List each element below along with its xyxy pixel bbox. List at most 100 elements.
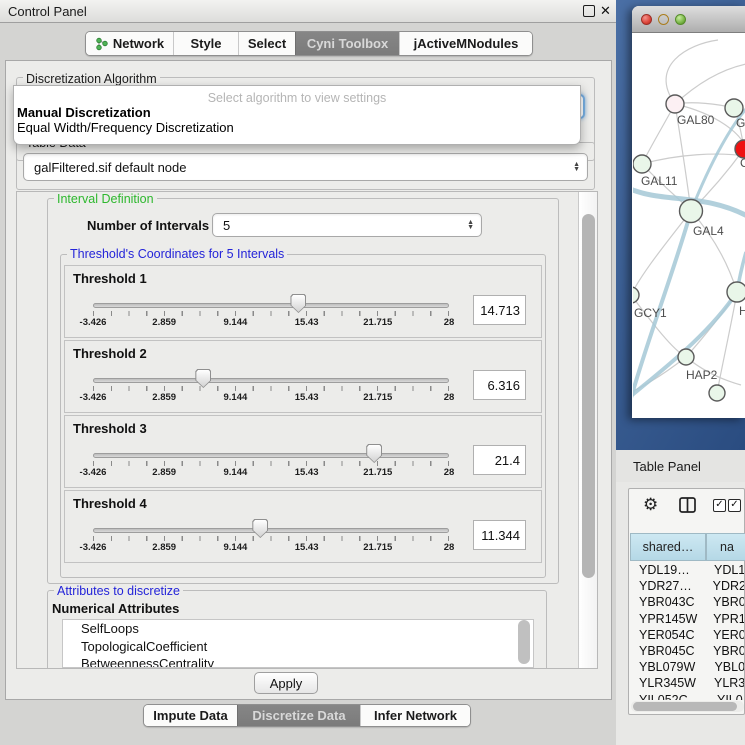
gear-icon[interactable]: ⚙ (643, 495, 658, 515)
GAL11-node[interactable] (633, 155, 651, 173)
network-canvas[interactable]: GAL80GACGAL11GAL4GCY1HHAP2 (633, 33, 745, 418)
cell-name[interactable]: YBR0 (709, 644, 744, 658)
cell-shared-name[interactable]: YBR043C (631, 595, 709, 609)
popup-option-manual-discretization[interactable]: Manual Discretization (17, 105, 151, 120)
cell-shared-name[interactable]: YLR345W (631, 676, 710, 690)
tick-label: 15.43 (295, 542, 319, 553)
cell-shared-name[interactable]: YBR045C (631, 644, 709, 658)
column-header-name[interactable]: na (706, 533, 745, 561)
threshold-value-box[interactable]: 6.316 (473, 370, 526, 400)
cell-shared-name[interactable]: YER054C (631, 628, 709, 642)
cell-name[interactable]: YPR1 (709, 612, 744, 626)
threshold-panel: Threshold 4-3.4262.8599.14415.4321.71528… (64, 490, 542, 563)
tick-label: 28 (444, 467, 455, 478)
cell-name[interactable]: YBR0 (709, 595, 744, 609)
tab-style[interactable]: Style (173, 32, 238, 55)
tick-label: 2.859 (152, 317, 176, 328)
table-panel-body: ⚙ ✓ ✓ shared… na YDL19…YDL1YDR27…YDR2YBR… (616, 482, 745, 745)
cell-name[interactable]: YDL1 (710, 563, 744, 577)
tick-label: 9.144 (224, 392, 248, 403)
cell-name[interactable]: YDR2 (709, 579, 744, 593)
threshold-value-box[interactable]: 21.4 (473, 445, 526, 475)
table-row[interactable]: YDR27…YDR2 (631, 578, 744, 594)
node[interactable] (725, 99, 743, 117)
cell-name[interactable]: YIL0 (713, 693, 743, 700)
tab-impute-data[interactable]: Impute Data (144, 705, 237, 726)
node[interactable] (727, 282, 745, 302)
tick-label: 21.715 (363, 317, 392, 328)
popup-option-equal-width[interactable]: Equal Width/Frequency Discretization (17, 120, 234, 135)
tick-label: 2.859 (152, 467, 176, 478)
GAL80-node[interactable] (666, 95, 684, 113)
cell-name[interactable]: YBL0 (710, 660, 744, 674)
tick-label: 21.715 (363, 392, 392, 403)
attribute-list-item[interactable]: TopologicalCoefficient (63, 638, 533, 656)
number-of-intervals-value: 5 (213, 218, 230, 233)
GAL4-node[interactable] (680, 200, 703, 223)
float-window-icon[interactable] (583, 5, 595, 17)
cell-shared-name[interactable]: YDR27… (631, 579, 709, 593)
network-edge[interactable] (642, 104, 675, 164)
tick-label: 9.144 (224, 542, 248, 553)
number-of-intervals-combobox[interactable]: 5 ▲▼ (212, 213, 482, 237)
table-row[interactable]: YER054CYER0 (631, 627, 744, 643)
table-row[interactable]: YIL052CYIL0 (631, 692, 744, 701)
attributes-list-scrollbar[interactable] (518, 620, 530, 664)
minimize-traffic-light[interactable] (658, 14, 669, 25)
table-row[interactable]: YDL19…YDL1 (631, 562, 744, 578)
network-edge[interactable] (675, 64, 745, 104)
network-edge[interactable] (642, 154, 745, 164)
column-header-shared-name[interactable]: shared… (630, 533, 706, 561)
tab-select[interactable]: Select (238, 32, 295, 55)
cell-shared-name[interactable]: YBL079W (631, 660, 710, 674)
split-table-icon[interactable] (679, 497, 696, 513)
attribute-list-item[interactable]: BetweennessCentrality (63, 655, 533, 668)
cell-name[interactable]: YLR3 (710, 676, 744, 690)
slider-ticks (93, 536, 450, 541)
tick-label: 2.859 (152, 392, 176, 403)
tab-network[interactable]: Network (86, 32, 173, 55)
cell-shared-name[interactable]: YDL19… (631, 563, 710, 577)
tick-labels: -3.4262.8599.14415.4321.71528 (93, 467, 449, 479)
cell-shared-name[interactable]: YIL052C (631, 693, 713, 700)
network-edge[interactable] (633, 211, 691, 295)
scrollpane-scrollbar-track[interactable] (578, 192, 598, 669)
attribute-list-item[interactable]: SelfLoops (63, 620, 533, 638)
threshold-slider-track[interactable] (93, 378, 449, 383)
checkbox-icon[interactable]: ✓ (713, 499, 726, 512)
table-horizontal-scrollbar[interactable] (631, 701, 744, 712)
table-data-combobox[interactable]: galFiltered.sif default node ▲▼ (23, 153, 588, 181)
tab-impute-data-label: Impute Data (153, 708, 227, 723)
apply-button[interactable]: Apply (254, 672, 318, 694)
threshold-slider-track[interactable] (93, 303, 449, 308)
close-icon[interactable]: ✕ (600, 3, 611, 19)
node[interactable] (709, 385, 725, 401)
close-traffic-light[interactable] (641, 14, 652, 25)
HAP2-node[interactable] (678, 349, 694, 365)
table-horizontal-scrollbar-thumb[interactable] (633, 702, 737, 711)
thresholds-group-label: Threshold's Coordinates for 5 Intervals (67, 247, 287, 261)
cell-name[interactable]: YER0 (709, 628, 744, 642)
popup-hint: Select algorithm to view settings (14, 91, 580, 105)
discretization-algorithm-label: Discretization Algorithm (23, 72, 160, 86)
table-row[interactable]: YBR043CYBR0 (631, 594, 744, 610)
scrollpane-scrollbar-thumb[interactable] (582, 214, 595, 578)
tab-discretize-data[interactable]: Discretize Data (237, 705, 360, 726)
numerical-attributes-list[interactable]: SelfLoopsTopologicalCoefficientBetweenne… (62, 619, 534, 668)
threshold-value-box[interactable]: 14.713 (473, 295, 526, 325)
tab-jactivemnodules[interactable]: jActiveMNodules (399, 32, 532, 55)
cell-shared-name[interactable]: YPR145W (631, 612, 709, 626)
threshold-slider-track[interactable] (93, 453, 449, 458)
table-row[interactable]: YBR045CYBR0 (631, 643, 744, 659)
table-row[interactable]: YBL079WYBL0 (631, 659, 744, 675)
zoom-traffic-light[interactable] (675, 14, 686, 25)
tab-cyni-toolbox[interactable]: Cyni Toolbox (295, 32, 399, 55)
table-row[interactable]: YPR145WYPR1 (631, 611, 744, 627)
GCY1-node[interactable] (633, 287, 639, 303)
table-row[interactable]: YLR345WYLR3 (631, 675, 744, 691)
threshold-value-box[interactable]: 11.344 (473, 520, 526, 550)
checkbox-icon[interactable]: ✓ (728, 499, 741, 512)
tab-infer-network[interactable]: Infer Network (360, 705, 470, 726)
threshold-slider-track[interactable] (93, 528, 449, 533)
network-window-titlebar[interactable] (632, 6, 745, 33)
